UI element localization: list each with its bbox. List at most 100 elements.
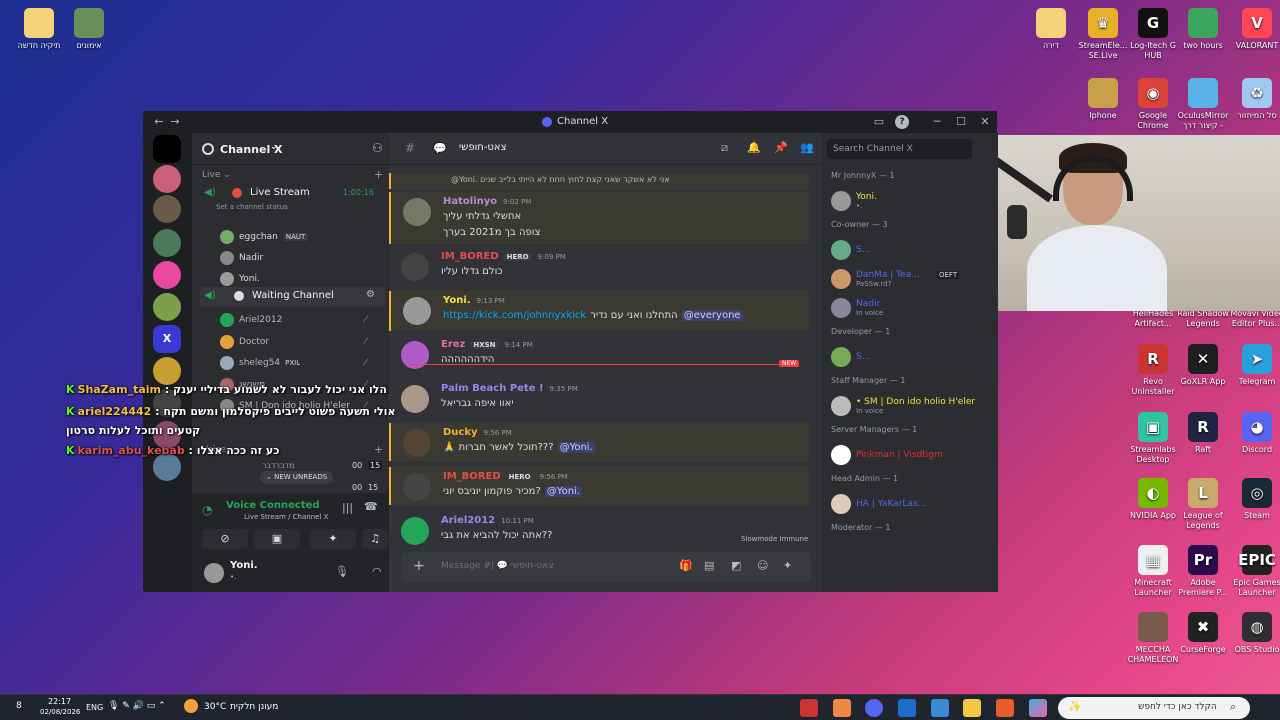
chat-message[interactable]: Palm Beach Pete ! 9:35 PM יאוו איפה גבריאל [389, 379, 809, 419]
clock-time[interactable]: 22:17 [48, 697, 71, 706]
desktop-icon[interactable]: ➤ Telegram [1228, 344, 1280, 387]
member-item[interactable]: Yoni. •. [831, 191, 877, 211]
desktop-icon[interactable]: L League of Legends [1174, 478, 1232, 531]
server-header[interactable]: Channel X ⌄ ⚇ [192, 133, 389, 165]
maximize-icon[interactable]: ☐ [954, 115, 968, 129]
avatar[interactable] [403, 429, 431, 457]
server-icon[interactable] [153, 195, 181, 223]
desktop-icon[interactable]: ✕ GoXLR App [1174, 344, 1232, 387]
voice-member[interactable]: eggchan NAUT [220, 228, 309, 246]
desktop-icon-training[interactable]: אימונים [60, 8, 118, 51]
member-item[interactable]: S... [831, 240, 870, 260]
avatar[interactable] [401, 253, 429, 281]
message-author[interactable]: Palm Beach Pete ! 9:35 PM [441, 383, 578, 394]
notification-badge[interactable]: 8 [16, 701, 22, 711]
system-tray-icons[interactable]: 🎙 ✎ 🔊 ▭ ⌃ [108, 701, 166, 711]
desktop-icon[interactable]: ✖ CurseForge [1174, 612, 1232, 655]
message-author[interactable]: IM_BORED HERO 9:09 PM [441, 251, 566, 262]
server-icon[interactable] [153, 261, 181, 289]
desktop-icon[interactable]: R Raft [1174, 412, 1232, 455]
chat-message[interactable]: Ariel2012 10:11 PM אתה יכול להביא את גבי?? [389, 511, 809, 551]
sticker-icon[interactable]: ◩ [731, 559, 741, 572]
voice-member[interactable]: Nadir [220, 249, 263, 267]
chat-message[interactable]: IM_BORED HERO 9:56 PM מכיר פוקמון יוניבס יו… [389, 467, 809, 505]
minimize-icon[interactable]: ─ [930, 115, 944, 129]
taskbar-discord-icon[interactable] [865, 699, 883, 717]
desktop-icon[interactable]: V VALORANT [1228, 8, 1280, 51]
message-author[interactable]: Erez HXSN 9:14 PM [441, 339, 533, 350]
server-icon[interactable] [153, 229, 181, 257]
member-item[interactable]: Nadir In voice [831, 298, 883, 318]
help-icon[interactable]: ? [895, 115, 909, 129]
avatar[interactable] [403, 198, 431, 226]
voice-channel-row[interactable]: 00 15 [202, 481, 382, 493]
avatar[interactable] [403, 473, 431, 501]
message-author[interactable]: Yoni. 9:13 PM [443, 295, 505, 306]
gear-icon[interactable]: ⚙ [366, 289, 375, 300]
soundboard-button[interactable]: ♫ [362, 529, 388, 549]
message-link[interactable]: https://kick.com/johnnyxkick [443, 310, 586, 321]
weather-temp[interactable]: 30°C [204, 702, 226, 712]
desktop-icon[interactable]: Pr Adobe Premiere P... [1174, 545, 1232, 598]
message-author[interactable]: Ariel2012 10:11 PM [441, 515, 534, 526]
avatar[interactable] [401, 385, 429, 413]
message-author[interactable]: Hatolinyo 9:02 PM [443, 196, 531, 207]
desktop-icon[interactable]: ◍ OBS Studio [1228, 612, 1280, 655]
taskbar-app-icon[interactable] [833, 699, 851, 717]
desktop-icon[interactable]: ◕ Discord [1228, 412, 1280, 455]
message-author[interactable]: IM_BORED HERO 9:56 PM [443, 471, 568, 482]
chat-message[interactable]: Ducky 9:56 PM 🙏 תוכל לאשר חברות??? @Yoni. [389, 423, 809, 461]
message-composer[interactable]: + Message #| 💬 צאט-חופשי 🎁 ▤ ◩ ☺ ✦ [401, 552, 811, 582]
apps-icon[interactable]: ✦ [783, 559, 792, 572]
avatar[interactable] [401, 517, 429, 545]
channel-status[interactable]: Set a channel status [216, 203, 288, 211]
headphones-icon[interactable]: ◠ [372, 565, 382, 578]
category-live[interactable]: Live ⌄ [202, 170, 231, 180]
add-channel-icon[interactable]: + [374, 168, 383, 181]
activities-button[interactable]: ✦ [310, 529, 356, 549]
taskbar-search[interactable]: ✨ הקלד כאן כדי לחפש ⌕ [1058, 697, 1250, 719]
taskbar-explorer-icon[interactable] [963, 699, 981, 717]
threads-icon[interactable]: ⧄ [721, 141, 728, 155]
desktop-icon[interactable]: EPIC Epic Games Launcher [1228, 545, 1280, 598]
server-icon-channel-x[interactable]: X [153, 325, 181, 353]
forward-arrow-icon[interactable]: → [168, 115, 182, 129]
pin-icon[interactable]: 📌 [774, 141, 788, 154]
bell-icon[interactable]: 🔔 [747, 141, 761, 154]
mention[interactable]: @Yoni. [557, 442, 595, 453]
taskbar-store-icon[interactable] [931, 699, 949, 717]
search-input[interactable]: Search Channel X [827, 139, 972, 159]
avatar[interactable] [204, 563, 224, 583]
server-icon[interactable] [153, 165, 181, 193]
taskbar-app-icon[interactable] [800, 699, 818, 717]
mention[interactable]: @Yoni. [544, 486, 582, 497]
gift-icon[interactable]: 🎁 [679, 559, 693, 572]
channel-live-stream[interactable]: ◀) Live Stream 1:00:16 [200, 185, 386, 205]
member-item[interactable]: • SM | Don ido holio H'eler In voice [831, 396, 975, 416]
noise-suppression-icon[interactable]: ||| [342, 501, 353, 514]
message-input[interactable]: Message #| 💬 צאט-חופשי [441, 561, 554, 571]
reply-preview[interactable]: @Yoni. אני לא אשקר שאני קצת לחוץ חחח לא … [451, 175, 670, 184]
disconnect-icon[interactable]: ☎ [364, 500, 378, 513]
chat-message[interactable]: Yoni. 9:13 PM https://kick.com/johnnyxkick… [389, 291, 809, 331]
avatar[interactable] [403, 297, 431, 325]
weather-desc[interactable]: מעונן חלקית [230, 702, 278, 712]
voice-member[interactable]: sheleg54 PXIL ⁄ [220, 354, 367, 372]
chat-message[interactable]: Erez HXSN 9:14 PM הידהההההה [389, 335, 809, 375]
desktop-icon[interactable]: OculusMirror קיצור דרך - [1174, 78, 1232, 131]
taskbar-copilot-icon[interactable] [1029, 699, 1047, 717]
emoji-icon[interactable]: ☺ [757, 559, 768, 572]
voice-member[interactable]: Ariel2012 ⁄ [220, 311, 367, 329]
invite-icon[interactable]: ⚇ [372, 141, 383, 155]
back-arrow-icon[interactable]: ← [152, 115, 166, 129]
member-item[interactable]: Pinkman | Visdtigm [831, 445, 943, 465]
voice-member[interactable]: Yoni. [220, 270, 260, 288]
taskbar-outlook-icon[interactable] [898, 699, 916, 717]
member-item[interactable]: HA | YaKarLas... [831, 494, 926, 514]
server-icon[interactable] [153, 453, 181, 481]
add-channel-icon[interactable]: + [374, 443, 383, 456]
chat-message[interactable]: Hatolinyo 9:02 PM אחשלי גדלתי עליך צופה בך … [389, 192, 809, 244]
microphone-icon[interactable]: 🎙 [335, 565, 349, 578]
inbox-icon[interactable]: ▭ [872, 115, 886, 129]
server-icon[interactable] [153, 293, 181, 321]
